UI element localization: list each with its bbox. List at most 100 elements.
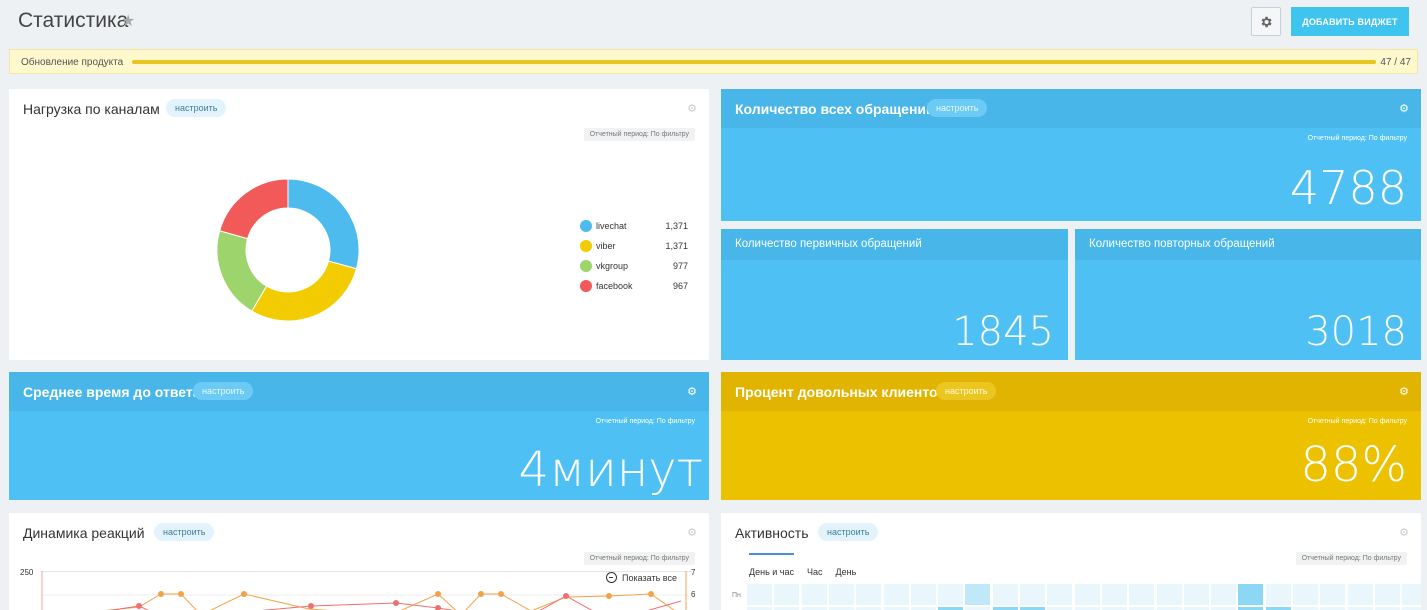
avg-response-time-widget: Среднее время до ответа настроить ⚙ Отче… [9, 372, 709, 500]
heatmap-cell [1047, 584, 1073, 605]
configure-button[interactable]: настроить [927, 99, 988, 117]
legend-label: facebook [596, 281, 633, 291]
satisfaction-widget: Процент довольных клиентов настроить ⚙ О… [721, 372, 1421, 500]
period-label: Отчетный период: По фильтру [1307, 135, 1407, 142]
metric-value: 4788 [1289, 161, 1407, 215]
widget-title: Процент довольных клиентов [735, 384, 947, 400]
widget-gear-icon[interactable]: ⚙ [687, 102, 697, 115]
configure-button[interactable]: настроить [936, 382, 997, 400]
heatmap-cell [1183, 584, 1209, 605]
heatmap-cell [1238, 584, 1264, 605]
metric-value: 3018 [1305, 309, 1407, 355]
heatmap-cell [938, 584, 964, 605]
heatmap-row-label: Пн [732, 592, 741, 599]
legend-value: 977 [672, 261, 688, 271]
period-label: Отчетный период: По фильтру [583, 552, 695, 565]
period-label: Отчетный период: По фильтру [1307, 418, 1407, 425]
heatmap-cell [828, 584, 854, 605]
heatmap-cell [1020, 584, 1045, 605]
widget-header: Процент довольных клиентов настроить ⚙ [721, 372, 1421, 411]
y-axis-left-tick: 250 [20, 568, 34, 577]
heatmap-cell [801, 584, 827, 605]
heatmap-cell [910, 584, 936, 605]
legend-label: vkgroup [596, 261, 629, 271]
widget-title: Количество первичных обращений [735, 238, 922, 250]
legend-value: 1,371 [665, 221, 688, 231]
widget-title: Количество всех обращений [735, 101, 935, 117]
widget-title: Динамика реакций [23, 525, 145, 541]
metric-value: 88% [1300, 437, 1407, 493]
heatmap-cell [1320, 584, 1346, 605]
heatmap-cell [1211, 584, 1237, 605]
widget-title: Среднее время до ответа [23, 384, 201, 400]
activity-widget: Активность настроить ⚙ Отчетный период: … [721, 513, 1421, 610]
heatmap-cell [1374, 584, 1400, 605]
legend-item-livechat[interactable]: livechat 1,371 [580, 216, 688, 236]
heatmap-cell [883, 584, 909, 605]
legend-dot [580, 220, 592, 232]
gear-icon [1261, 16, 1272, 27]
widget-title: Количество повторных обращений [1089, 238, 1275, 250]
legend-label: viber [596, 241, 616, 251]
configure-button[interactable]: настроить [193, 382, 254, 400]
configure-button[interactable]: настроить [166, 99, 227, 117]
period-label: Отчетный период: По фильтру [595, 418, 695, 425]
legend-item-viber[interactable]: viber 1,371 [580, 236, 688, 256]
page-header: Статистика ★ ДОБАВИТЬ ВИДЖЕТ [0, 0, 1427, 46]
legend-item-facebook[interactable]: facebook 967 [580, 276, 688, 296]
widget-header: Среднее время до ответа настроить ⚙ [9, 372, 709, 411]
widget-title: Активность [735, 525, 809, 541]
tab-day[interactable]: День [836, 562, 857, 577]
y-axis-right-tick: 6 [691, 590, 696, 599]
widget-gear-icon[interactable]: ⚙ [687, 526, 697, 539]
y-axis-right-tick: 7 [691, 568, 696, 577]
reaction-dynamics-widget: Динамика реакций настроить ⚙ Отчетный пе… [9, 513, 709, 610]
heatmap-cell [1402, 584, 1421, 605]
heatmap-cell [1101, 584, 1127, 605]
tab-day-and-hour[interactable]: День и час [749, 553, 794, 577]
update-progress [132, 60, 1376, 64]
legend-dot [580, 280, 592, 292]
widget-header: Количество первичных обращений [721, 229, 1068, 260]
show-all-button[interactable]: Показать все [606, 572, 677, 583]
metric-value: 4минут [518, 442, 704, 498]
reaction-line-chart [41, 571, 691, 610]
widget-header: Количество повторных обращений [1075, 229, 1421, 260]
product-update-bar: Обновление продукта 47 / 47 [9, 49, 1418, 74]
heatmap-cell [1074, 584, 1100, 605]
legend-item-vkgroup[interactable]: vkgroup 977 [580, 256, 688, 276]
widget-gear-icon[interactable]: ⚙ [1399, 385, 1409, 398]
primary-requests-widget: Количество первичных обращений 1845 [721, 229, 1068, 360]
zoom-out-icon [606, 572, 617, 583]
widget-title: Нагрузка по каналам [23, 101, 160, 117]
heatmap-cell [747, 584, 772, 605]
widget-header: Количество всех обращений настроить ⚙ [721, 89, 1421, 128]
repeat-requests-widget: Количество повторных обращений 3018 [1075, 229, 1421, 360]
chart-legend: livechat 1,371 viber 1,371 vkgroup 977 faceboo… [580, 216, 688, 296]
legend-dot [580, 240, 592, 252]
widget-gear-icon[interactable]: ⚙ [1399, 526, 1409, 539]
heatmap-cell [1347, 584, 1373, 605]
star-icon[interactable]: ★ [121, 11, 135, 31]
page-title: Статистика [18, 9, 129, 32]
period-label: Отчетный период: По фильтру [583, 128, 695, 141]
donut-slice-facebook[interactable] [219, 178, 289, 240]
configure-button[interactable]: настроить [154, 523, 215, 541]
donut-slice-livechat[interactable] [287, 178, 360, 270]
heatmap-cell [992, 584, 1018, 605]
tab-hour[interactable]: Час [807, 562, 823, 577]
update-label: Обновление продукта [21, 57, 124, 68]
widget-gear-icon[interactable]: ⚙ [1399, 102, 1409, 115]
donut-slice-vkgroup[interactable] [216, 230, 268, 312]
donut-slice-viber[interactable] [251, 260, 358, 322]
configure-button[interactable]: настроить [818, 523, 879, 541]
heatmap-cell [1129, 584, 1155, 605]
update-progress-fill [132, 60, 1376, 64]
legend-value: 1,371 [665, 241, 688, 251]
period-label: Отчетный период: По фильтру [1295, 552, 1407, 565]
widget-gear-icon[interactable]: ⚙ [687, 385, 697, 398]
channels-widget: Нагрузка по каналам настроить ⚙ Отчетный… [9, 89, 709, 360]
settings-button[interactable] [1251, 7, 1281, 36]
add-widget-button[interactable]: ДОБАВИТЬ ВИДЖЕТ [1291, 7, 1409, 36]
legend-value: 967 [672, 281, 688, 291]
